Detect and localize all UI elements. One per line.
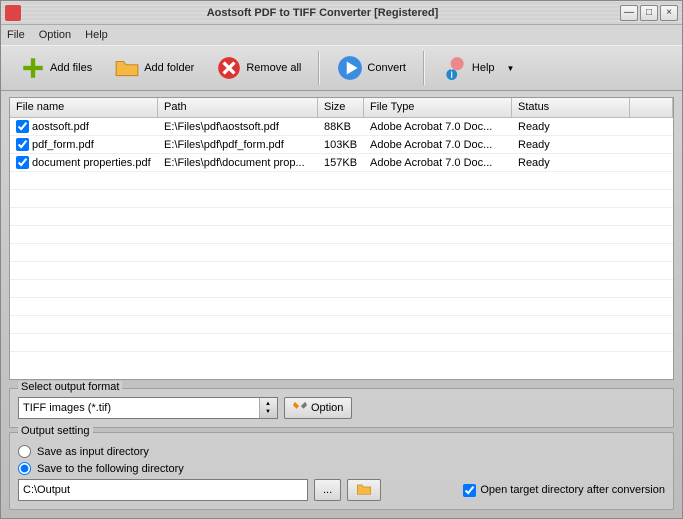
menu-file[interactable]: File [7,29,25,41]
cell-path: E:\Files\pdf\pdf_form.pdf [158,139,318,151]
cell-filename: aostsoft.pdf [32,121,89,133]
cell-filename: pdf_form.pdf [32,139,94,151]
toolbar-divider [318,51,320,85]
cell-status: Ready [512,121,630,133]
output-format-group: Select output format TIFF images (*.tif)… [9,388,674,428]
remove-all-label: Remove all [246,62,301,74]
format-selected: TIFF images (*.tif) [23,402,111,414]
output-path-value: C:\Output [23,484,70,496]
output-legend: Output setting [18,425,93,437]
toolbar: Add files Add folder Remove all Convert … [1,45,682,91]
toolbar-divider [423,51,425,85]
list-header: File name Path Size File Type Status [10,98,673,118]
save-following-radio[interactable] [18,462,31,475]
remove-icon [216,55,242,81]
cell-size: 157KB [318,157,364,169]
menu-help[interactable]: Help [85,29,108,41]
add-folder-button[interactable]: Add folder [103,51,205,85]
help-icon: i [442,55,468,81]
open-after-label-wrap[interactable]: Open target directory after conversion [463,484,665,497]
cell-size: 103KB [318,139,364,151]
add-files-button[interactable]: Add files [9,51,103,85]
window-title: Aostsoft PDF to TIFF Converter [Register… [27,7,618,19]
table-row[interactable]: aostsoft.pdf E:\Files\pdf\aostsoft.pdf 8… [10,118,673,136]
cell-type: Adobe Acrobat 7.0 Doc... [364,157,512,169]
play-icon [337,55,363,81]
convert-label: Convert [367,62,406,74]
cell-status: Ready [512,157,630,169]
cell-status: Ready [512,139,630,151]
col-size[interactable]: Size [318,98,364,117]
close-button[interactable]: × [660,5,678,21]
plus-icon [20,55,46,81]
col-path[interactable]: Path [158,98,318,117]
option-button[interactable]: Option [284,397,352,419]
browse-label: ... [323,484,332,496]
table-row[interactable]: pdf_form.pdf E:\Files\pdf\pdf_form.pdf 1… [10,136,673,154]
open-after-checkbox[interactable] [463,484,476,497]
convert-button[interactable]: Convert [326,51,417,85]
folder-icon [114,55,140,81]
app-icon [5,5,21,21]
help-label: Help [472,62,495,74]
chevron-down-icon: ▼ [507,64,515,73]
open-after-label: Open target directory after conversion [480,484,665,496]
save-as-input-label: Save as input directory [37,446,149,458]
table-row[interactable]: document properties.pdf E:\Files\pdf\doc… [10,154,673,172]
menubar: File Option Help [1,25,682,45]
tools-icon [293,400,307,417]
save-as-input-radio[interactable] [18,445,31,458]
file-list: File name Path Size File Type Status aos… [9,97,674,380]
col-filetype[interactable]: File Type [364,98,512,117]
menu-option[interactable]: Option [39,29,71,41]
cell-size: 88KB [318,121,364,133]
minimize-button[interactable]: — [620,5,638,21]
format-combo[interactable]: TIFF images (*.tif) [18,397,278,419]
output-setting-group: Output setting Save as input directory S… [9,432,674,510]
add-folder-label: Add folder [144,62,194,74]
format-legend: Select output format [18,381,122,393]
remove-all-button[interactable]: Remove all [205,51,312,85]
option-label: Option [311,402,343,414]
combo-spinner-icon[interactable] [259,398,277,418]
add-files-label: Add files [50,62,92,74]
save-following-label: Save to the following directory [37,463,184,475]
browse-button[interactable]: ... [314,479,341,501]
cell-path: E:\Files\pdf\document prop... [158,157,318,169]
col-extra [630,98,673,117]
cell-type: Adobe Acrobat 7.0 Doc... [364,121,512,133]
app-window: Aostsoft PDF to TIFF Converter [Register… [0,0,683,519]
row-checkbox[interactable] [16,156,29,169]
cell-filename: document properties.pdf [32,157,151,169]
col-filename[interactable]: File name [10,98,158,117]
cell-type: Adobe Acrobat 7.0 Doc... [364,139,512,151]
row-checkbox[interactable] [16,138,29,151]
open-folder-button[interactable] [347,479,381,501]
output-path-input[interactable]: C:\Output [18,479,308,501]
col-status[interactable]: Status [512,98,630,117]
cell-path: E:\Files\pdf\aostsoft.pdf [158,121,318,133]
row-checkbox[interactable] [16,120,29,133]
list-rows: aostsoft.pdf E:\Files\pdf\aostsoft.pdf 8… [10,118,673,379]
titlebar: Aostsoft PDF to TIFF Converter [Register… [1,1,682,25]
folder-open-icon [356,482,372,499]
help-button[interactable]: i Help ▼ [431,51,526,85]
maximize-button[interactable]: □ [640,5,658,21]
svg-text:i: i [450,67,453,81]
